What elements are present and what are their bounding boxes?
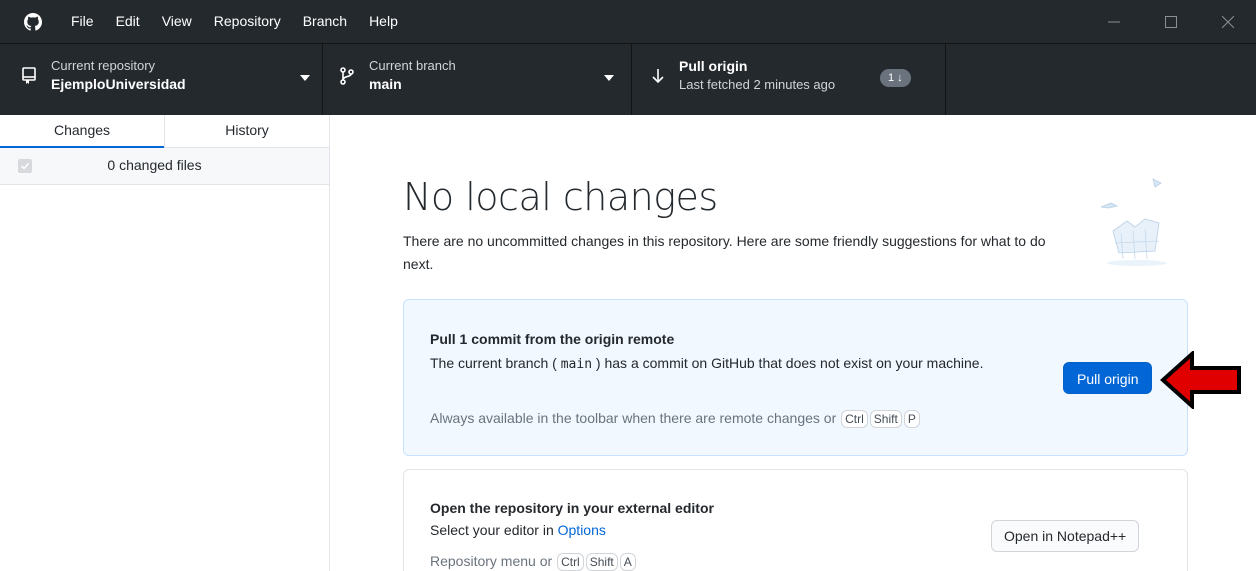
changes-header: 0 changed files xyxy=(0,148,329,185)
current-branch-button[interactable]: Current branch main xyxy=(323,44,632,115)
tab-changes[interactable]: Changes xyxy=(0,115,164,148)
pull-origin-button[interactable]: Pull origin xyxy=(1063,362,1153,394)
menu-view[interactable]: View xyxy=(151,0,203,43)
tab-history[interactable]: History xyxy=(164,115,329,147)
page-title: No local changes xyxy=(403,175,718,219)
window-controls xyxy=(1085,0,1256,43)
sidebar-tabs: Changes History xyxy=(0,115,329,148)
kbd-a: A xyxy=(619,553,636,571)
pull-desc-text-2: ) has a commit on GitHub that does not e… xyxy=(592,355,984,371)
menu-edit[interactable]: Edit xyxy=(105,0,151,43)
pull-origin-toolbar-button[interactable]: Pull origin Last fetched 2 minutes ago 1… xyxy=(632,44,946,115)
branch-icon xyxy=(337,66,357,86)
maximize-icon[interactable] xyxy=(1142,0,1199,43)
page-subtitle: There are no uncommitted changes in this… xyxy=(403,233,1046,272)
pull-card-description: The current branch ( main ) has a commit… xyxy=(430,352,1000,376)
open-in-editor-button[interactable]: Open in Notepad++ xyxy=(991,520,1140,552)
pull-label: Pull origin xyxy=(679,58,748,74)
branch-name-code: main xyxy=(560,357,593,372)
minimize-icon[interactable] xyxy=(1085,0,1142,43)
branch-value: main xyxy=(369,76,402,92)
pull-suggestion-card: Pull 1 commit from the origin remote The… xyxy=(403,299,1188,456)
pull-hint-text: Always available in the toolbar when the… xyxy=(430,410,837,426)
options-link[interactable]: Options xyxy=(558,522,606,538)
repo-icon xyxy=(19,66,39,86)
repo-value: EjemploUniversidad xyxy=(51,76,186,92)
annotation-arrow-icon xyxy=(1160,351,1241,409)
kbd-shift: Shift xyxy=(869,410,902,428)
menu-help[interactable]: Help xyxy=(358,0,409,43)
editor-card-hint: Repository menu or Ctrl Shift A xyxy=(430,553,637,571)
repo-label: Current repository xyxy=(51,58,156,73)
pull-fetched-time: Last fetched 2 minutes ago xyxy=(679,77,836,92)
arrow-down-icon xyxy=(648,66,668,86)
empty-state-illustration-icon xyxy=(1100,178,1167,266)
pull-card-title: Pull 1 commit from the origin remote xyxy=(430,331,675,347)
current-repository-button[interactable]: Current repository EjemploUniversidad xyxy=(0,44,323,115)
toolbar: Current repository EjemploUniversidad Cu… xyxy=(0,43,1256,115)
editor-card-description: Select your editor in Options xyxy=(430,519,1000,542)
chevron-down-icon xyxy=(604,75,614,81)
kbd-ctrl: Ctrl xyxy=(557,553,584,571)
github-logo-icon xyxy=(24,12,42,31)
editor-hint-text: Repository menu or xyxy=(430,553,553,569)
commits-behind-badge: 1 ↓ xyxy=(880,69,911,87)
close-icon[interactable] xyxy=(1199,0,1256,43)
editor-card-title: Open the repository in your external edi… xyxy=(430,500,714,516)
pull-desc-text: The current branch ( xyxy=(430,355,561,371)
menu-branch[interactable]: Branch xyxy=(292,0,358,43)
editor-suggestion-card: Open the repository in your external edi… xyxy=(403,469,1188,571)
title-bar: File Edit View Repository Branch Help xyxy=(0,0,1256,43)
sidebar: Changes History 0 changed files xyxy=(0,115,330,571)
editor-desc-text: Select your editor in xyxy=(430,522,558,538)
main-panel: No local changes There are no uncommitte… xyxy=(331,115,1256,571)
kbd-p: P xyxy=(903,410,920,428)
changed-files-count: 0 changed files xyxy=(107,157,202,173)
kbd-shift: Shift xyxy=(585,553,618,571)
branch-label: Current branch xyxy=(369,58,456,73)
kbd-ctrl: Ctrl xyxy=(841,410,868,428)
pull-card-hint: Always available in the toolbar when the… xyxy=(430,410,921,428)
chevron-down-icon xyxy=(300,75,310,81)
menu-file[interactable]: File xyxy=(60,0,105,43)
menu-repository[interactable]: Repository xyxy=(203,0,292,43)
